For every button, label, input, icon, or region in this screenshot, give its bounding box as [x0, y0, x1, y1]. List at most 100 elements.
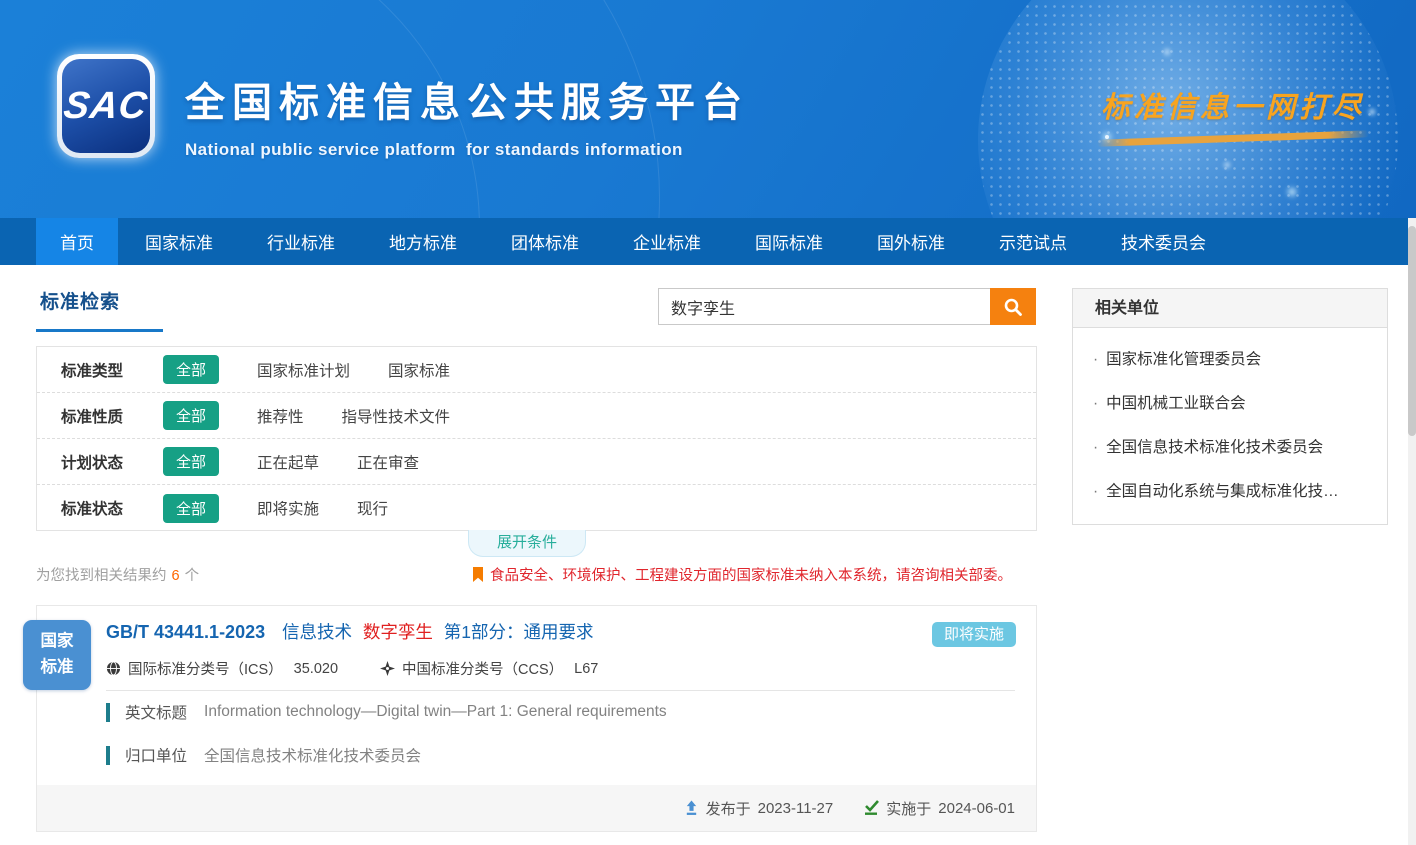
search-icon — [1003, 297, 1023, 317]
filter-option[interactable]: 现行 — [357, 497, 388, 519]
result-count-number: 6 — [172, 568, 180, 584]
ccs-value: L67 — [574, 661, 598, 677]
standard-type-badge: 国家标准 — [23, 620, 91, 690]
main-nav: 首页 国家标准 行业标准 地方标准 团体标准 企业标准 国际标准 国外标准 示范… — [0, 218, 1416, 265]
slogan: 标准信息一网打尽 — [1088, 84, 1378, 142]
filter-label: 标准状态 — [61, 497, 153, 519]
publish-value: 2023-11-27 — [758, 800, 834, 817]
committee-row: 归口单位 全国信息技术标准化技术委员会 — [106, 744, 421, 766]
scrollbar-thumb[interactable] — [1408, 226, 1416, 436]
notice-text: 食品安全、环境保护、工程建设方面的国家标准未纳入本系统，请咨询相关部委。 — [490, 564, 1012, 585]
ccs-classification: 中国标准分类号（CCS） L67 — [380, 658, 598, 679]
ics-label: 国际标准分类号（ICS） — [128, 658, 283, 679]
implement-value: 2024-06-01 — [938, 800, 1015, 817]
nav-item-technical-committee[interactable]: 技术委员会 — [1094, 218, 1233, 265]
standard-title-link[interactable]: GB/T 43441.1-2023 信息技术 数字孪生 第1部分：通用要求 — [106, 619, 593, 645]
sidebar-title: 相关单位 — [1073, 289, 1387, 328]
globe-icon — [106, 661, 121, 676]
bookmark-icon — [472, 567, 484, 583]
nav-item-national-standards[interactable]: 国家标准 — [118, 218, 240, 265]
related-units-panel: 相关单位 国家标准化管理委员会 中国机械工业联合会 全国信息技术标准化技术委员会… — [1072, 288, 1388, 525]
sac-logo[interactable]: SAC — [57, 54, 155, 158]
standard-title-part1: 信息技术 — [282, 622, 352, 642]
implement-date: 实施于 2024-06-01 — [863, 798, 1015, 819]
committee-label: 归口单位 — [125, 744, 187, 766]
nav-item-home[interactable]: 首页 — [36, 218, 118, 265]
ics-value: 35.020 — [294, 661, 338, 677]
check-icon — [863, 800, 879, 816]
filter-option[interactable]: 正在起草 — [257, 451, 319, 473]
nav-item-local-standards[interactable]: 地方标准 — [362, 218, 484, 265]
filter-option[interactable]: 即将实施 — [257, 497, 319, 519]
filter-option[interactable]: 指导性技术文件 — [342, 405, 451, 427]
result-count-prefix: 为您找到相关结果约 — [36, 568, 167, 584]
search-input[interactable] — [658, 288, 990, 325]
nav-item-demonstration-pilot[interactable]: 示范试点 — [972, 218, 1094, 265]
page-title: 标准检索 — [40, 287, 120, 314]
filter-option[interactable]: 推荐性 — [257, 405, 304, 427]
nav-item-foreign-standards[interactable]: 国外标准 — [850, 218, 972, 265]
implement-label: 实施于 — [886, 798, 931, 819]
publish-icon — [684, 800, 699, 816]
filter-option[interactable]: 国家标准 — [388, 359, 450, 381]
nav-item-group-standards[interactable]: 团体标准 — [484, 218, 606, 265]
teal-bar — [106, 746, 110, 765]
scrollbar-track[interactable] — [1408, 218, 1416, 845]
search-button[interactable] — [990, 288, 1036, 325]
sidebar-list: 国家标准化管理委员会 中国机械工业联合会 全国信息技术标准化技术委员会 全国自动… — [1073, 328, 1387, 524]
compass-icon — [380, 661, 395, 676]
filter-all-button[interactable]: 全部 — [163, 494, 219, 523]
teal-bar — [106, 703, 110, 722]
sidebar-item[interactable]: 国家标准化管理委员会 — [1089, 336, 1373, 380]
filter-row-standard-status: 标准状态 全部 即将实施 现行 — [37, 485, 1036, 531]
filter-row-standard-nature: 标准性质 全部 推荐性 指导性技术文件 — [37, 393, 1036, 439]
publish-date: 发布于 2023-11-27 — [684, 798, 834, 819]
filter-panel: 标准类型 全部 国家标准计划 国家标准 标准性质 全部 推荐性 指导性技术文件 … — [36, 346, 1037, 531]
filter-option[interactable]: 国家标准计划 — [257, 359, 350, 381]
standard-title-highlight: 数字孪生 — [363, 622, 433, 642]
english-title-value: Information technology—Digital twin—Part… — [204, 703, 667, 721]
filter-label: 标准性质 — [61, 405, 153, 427]
result-card: 国家标准 即将实施 GB/T 43441.1-2023 信息技术 数字孪生 第1… — [36, 605, 1037, 832]
filter-all-button[interactable]: 全部 — [163, 401, 219, 430]
page: SAC 全国标准信息公共服务平台 National public service… — [0, 0, 1416, 845]
filter-option[interactable]: 正在审查 — [357, 451, 419, 473]
slogan-text: 标准信息一网打尽 — [1088, 84, 1378, 126]
card-footer: 发布于 2023-11-27 实施于 2024-06-01 — [37, 785, 1036, 831]
ccs-label: 中国标准分类号（CCS） — [402, 658, 563, 679]
ics-classification: 国际标准分类号（ICS） 35.020 — [106, 658, 338, 679]
standard-code: GB/T 43441.1-2023 — [106, 622, 265, 642]
page-title-underline — [36, 329, 163, 332]
english-title-row: 英文标题 Information technology—Digital twin… — [106, 701, 667, 723]
nav-item-industry-standards[interactable]: 行业标准 — [240, 218, 362, 265]
filter-all-button[interactable]: 全部 — [163, 355, 219, 384]
status-badge: 即将实施 — [932, 622, 1016, 647]
sidebar-item[interactable]: 中国机械工业联合会 — [1089, 380, 1373, 424]
publish-label: 发布于 — [706, 798, 751, 819]
filter-all-button[interactable]: 全部 — [163, 447, 219, 476]
filter-row-standard-type: 标准类型 全部 国家标准计划 国家标准 — [37, 347, 1036, 393]
result-count-suffix: 个 — [185, 568, 200, 584]
standard-title-part2: 第1部分：通用要求 — [444, 622, 594, 642]
site-header: SAC 全国标准信息公共服务平台 National public service… — [0, 0, 1416, 218]
sidebar-item[interactable]: 全国信息技术标准化技术委员会 — [1089, 424, 1373, 468]
english-title-label: 英文标题 — [125, 701, 187, 723]
expand-conditions-button[interactable]: 展开条件 — [468, 530, 586, 557]
filter-label: 计划状态 — [61, 451, 153, 473]
result-count: 为您找到相关结果约 6个 — [36, 564, 199, 585]
sac-logo-inner: SAC — [62, 59, 150, 153]
sac-logo-text: SAC — [61, 85, 150, 128]
nav-item-enterprise-standards[interactable]: 企业标准 — [606, 218, 728, 265]
committee-value: 全国信息技术标准化技术委员会 — [204, 744, 421, 766]
card-divider — [106, 690, 1015, 691]
site-title: 全国标准信息公共服务平台 — [185, 70, 749, 128]
site-subtitle: National public service platform for sta… — [185, 140, 749, 160]
title-block: 全国标准信息公共服务平台 National public service pla… — [185, 70, 749, 160]
nav-item-international-standards[interactable]: 国际标准 — [728, 218, 850, 265]
card-meta: 国际标准分类号（ICS） 35.020 中国标准分类号（CCS） L67 — [106, 658, 598, 679]
content: 标准检索 标准类型 全部 国家标准计划 国家标准 标准性质 全部 推荐性 指导性… — [0, 265, 1416, 845]
system-notice: 食品安全、环境保护、工程建设方面的国家标准未纳入本系统，请咨询相关部委。 — [472, 564, 1012, 585]
filter-label: 标准类型 — [61, 359, 153, 381]
filter-row-plan-status: 计划状态 全部 正在起草 正在审查 — [37, 439, 1036, 485]
sidebar-item[interactable]: 全国自动化系统与集成标准化技… — [1089, 468, 1373, 512]
